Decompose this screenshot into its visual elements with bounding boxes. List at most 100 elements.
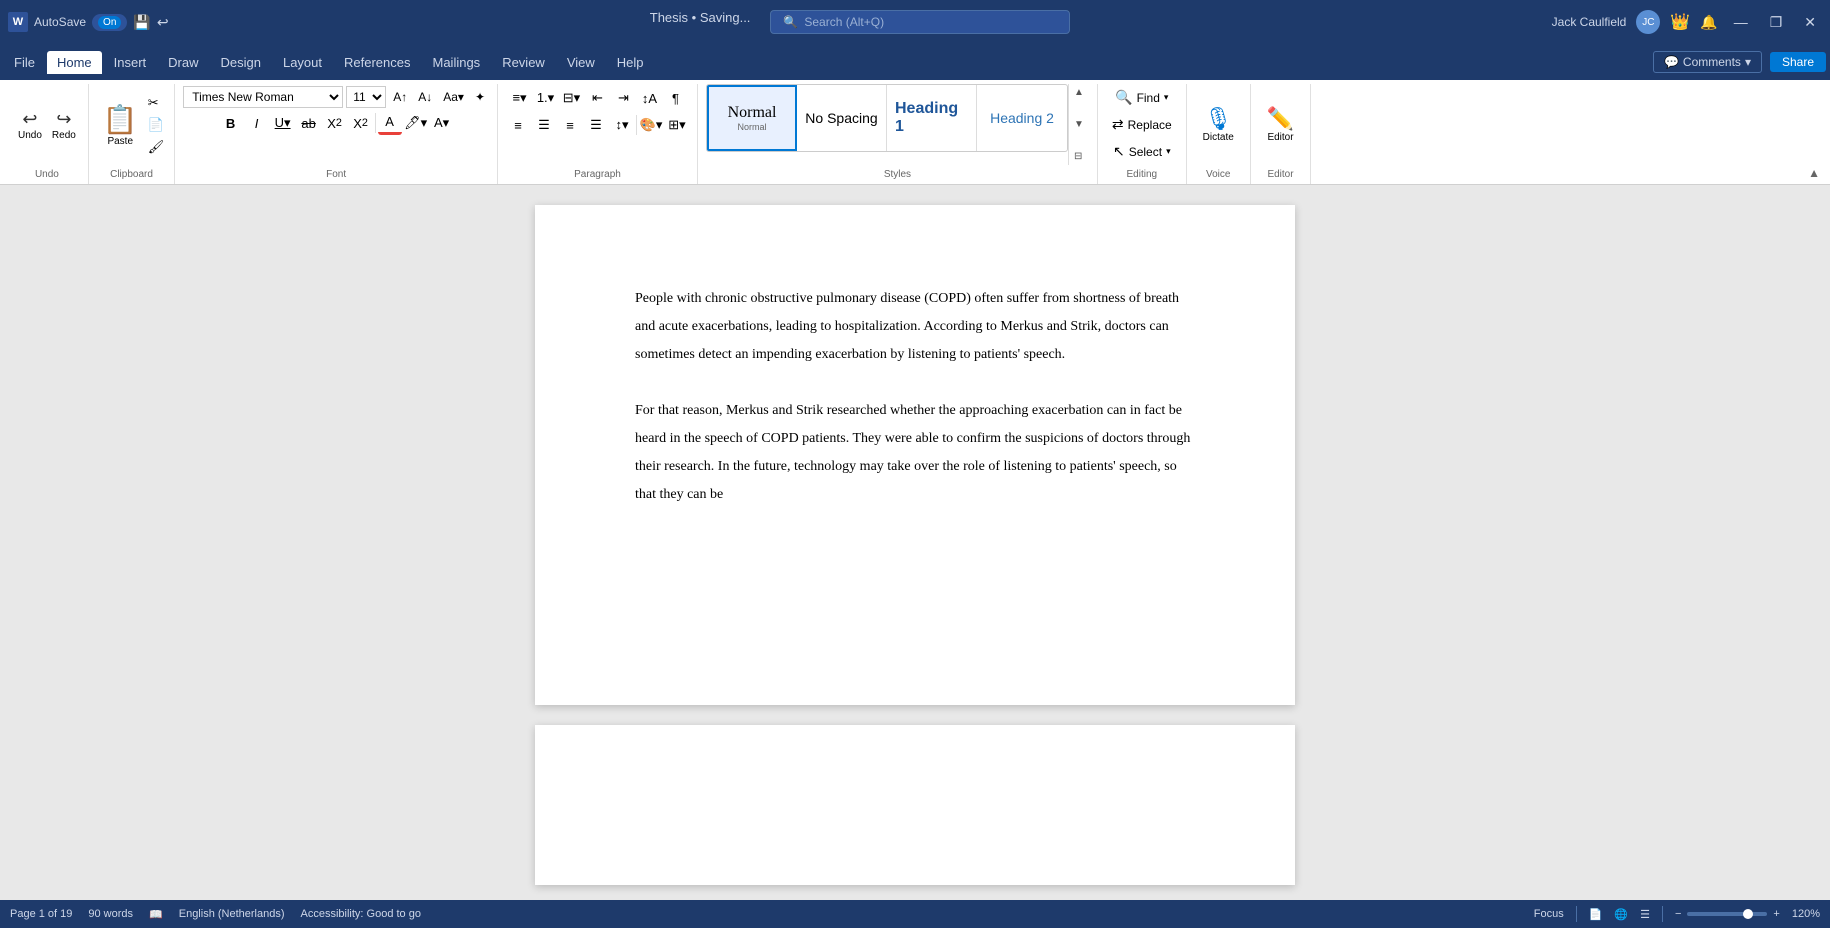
menu-references[interactable]: References (334, 51, 420, 74)
notification-icon[interactable]: 🔔 (1700, 14, 1717, 31)
paragraph-content: ≡▾ 1.▾ ⊟▾ ⇤ ⇥ ↕A ¶ ≡ ☰ ≡ ☰ ↕▾ 🎨▾ ⊞▾ (506, 84, 689, 165)
style-no-spacing[interactable]: No Spacing (797, 85, 887, 151)
font-color-button[interactable]: A (378, 111, 402, 135)
editor-group-label: Editor (1259, 165, 1302, 180)
font-name-select[interactable]: Times New Roman (183, 86, 343, 108)
select-icon: ↖ (1113, 143, 1125, 160)
font-content: Times New Roman 11 A↑ A↓ Aa▾ ✦ B I U▾ ab… (183, 84, 489, 165)
editor-button[interactable]: ✏️ Editor (1259, 102, 1302, 147)
voice-group-label: Voice (1195, 165, 1242, 180)
numbering-button[interactable]: 1.▾ (534, 86, 558, 110)
paste-button[interactable]: 📋 Paste (97, 99, 144, 151)
font-size-select[interactable]: 11 (346, 86, 386, 108)
page-info: Page 1 of 19 (10, 908, 72, 920)
menu-home[interactable]: Home (47, 51, 102, 74)
change-case-button[interactable]: Aa▾ (439, 88, 468, 106)
status-right: Focus 📄 🌐 ☰ − + 120% (1534, 906, 1820, 922)
align-right-button[interactable]: ≡ (558, 113, 582, 137)
styles-gallery-container: Normal Normal No Spacing Heading 1 Headi… (706, 84, 1089, 165)
highlight-button[interactable]: 🖊▾ (404, 111, 428, 135)
undo-button[interactable]: ↩ Undo (14, 105, 46, 145)
status-bar: Page 1 of 19 90 words 📖 English (Netherl… (0, 900, 1830, 928)
menu-insert[interactable]: Insert (104, 51, 157, 74)
font-group-label: Font (183, 165, 489, 180)
select-chevron: ▾ (1166, 146, 1171, 157)
print-layout-icon[interactable]: 📄 (1589, 908, 1603, 921)
search-placeholder: Search (Alt+Q) (804, 15, 884, 29)
menu-review[interactable]: Review (492, 51, 555, 74)
focus-button[interactable]: Focus (1534, 908, 1564, 920)
menu-file[interactable]: File (4, 51, 45, 74)
save-icon[interactable]: 💾 (133, 14, 150, 31)
editing-group-label: Editing (1106, 165, 1178, 180)
line-spacing-button[interactable]: ↕▾ (610, 113, 634, 137)
app-icon[interactable]: W (8, 12, 28, 32)
copy-button[interactable]: 📄 (146, 115, 167, 135)
align-left-button[interactable]: ≡ (506, 113, 530, 137)
show-formatting-button[interactable]: ¶ (664, 86, 688, 110)
style-normal[interactable]: Normal Normal (707, 85, 797, 151)
ribbon-group-editing: 🔍 Find ▾ ⇄ Replace ↖ Select ▾ Editing (1098, 84, 1187, 184)
select-button[interactable]: ↖ Select ▾ (1107, 140, 1177, 163)
autosave-toggle[interactable]: On (92, 14, 127, 31)
minimize-button[interactable]: — (1728, 14, 1754, 30)
zoom-out-icon[interactable]: − (1675, 908, 1681, 920)
menu-design[interactable]: Design (211, 51, 271, 74)
sort-button[interactable]: ↕A (638, 86, 662, 110)
italic-button[interactable]: I (245, 111, 269, 135)
menu-help[interactable]: Help (607, 51, 654, 74)
styles-scroll-up[interactable]: ▲ (1071, 86, 1087, 99)
menu-view[interactable]: View (557, 51, 605, 74)
bold-button[interactable]: B (219, 111, 243, 135)
borders-button[interactable]: ⊞▾ (665, 113, 689, 137)
style-heading1-label: Heading 1 (895, 100, 968, 136)
replace-button[interactable]: ⇄ Replace (1106, 113, 1178, 136)
font-divider (375, 113, 376, 133)
ribbon-group-font: Times New Roman 11 A↑ A↓ Aa▾ ✦ B I U▾ ab… (175, 84, 498, 184)
bullets-button[interactable]: ≡▾ (508, 86, 532, 110)
styles-more[interactable]: ⊟ (1071, 150, 1087, 163)
clear-formatting-button[interactable]: ✦ (471, 88, 489, 106)
zoom-slider[interactable]: − + (1675, 908, 1780, 920)
menu-layout[interactable]: Layout (273, 51, 332, 74)
styles-scroll-down[interactable]: ▼ (1071, 118, 1087, 131)
zoom-in-icon[interactable]: + (1773, 908, 1779, 920)
restore-button[interactable]: ❐ (1764, 14, 1789, 31)
comments-button[interactable]: 💬 Comments ▾ (1653, 51, 1762, 73)
increase-font-button[interactable]: A↑ (389, 88, 411, 106)
underline-button[interactable]: U▾ (271, 111, 295, 135)
close-button[interactable]: ✕ (1798, 14, 1822, 31)
para-row-1: ≡▾ 1.▾ ⊟▾ ⇤ ⇥ ↕A ¶ (508, 86, 688, 110)
status-divider-2 (1662, 906, 1663, 922)
multilevel-button[interactable]: ⊟▾ (560, 86, 584, 110)
increase-indent-button[interactable]: ⇥ (612, 86, 636, 110)
ribbon-collapse-button[interactable]: ▲ (1804, 162, 1824, 184)
redo-button[interactable]: ↪ Redo (48, 105, 80, 145)
web-layout-icon[interactable]: 🌐 (1614, 908, 1628, 921)
menu-mailings[interactable]: Mailings (423, 51, 491, 74)
zoom-level[interactable]: 120% (1792, 908, 1820, 920)
menu-draw[interactable]: Draw (158, 51, 208, 74)
shading-button[interactable]: 🎨▾ (639, 113, 663, 137)
text-color-button[interactable]: A▾ (430, 111, 454, 135)
decrease-font-button[interactable]: A↓ (414, 88, 436, 106)
dictate-button[interactable]: 🎙 Dictate (1195, 102, 1242, 147)
subscript-button[interactable]: X2 (323, 111, 347, 135)
align-center-button[interactable]: ☰ (532, 113, 556, 137)
format-painter-button[interactable]: 🖌 (146, 137, 167, 157)
share-button[interactable]: Share (1770, 52, 1826, 72)
superscript-button[interactable]: X2 (349, 111, 373, 135)
outline-icon[interactable]: ☰ (1640, 908, 1650, 921)
document-page-1: People with chronic obstructive pulmonar… (535, 205, 1295, 705)
undo-history-icon[interactable]: ↩ (157, 14, 169, 31)
search-box[interactable]: 🔍 Search (Alt+Q) (770, 10, 1070, 34)
paragraph-1: People with chronic obstructive pulmonar… (635, 285, 1195, 369)
cut-button[interactable]: ✂ (146, 93, 167, 113)
style-heading2[interactable]: Heading 2 (977, 85, 1067, 151)
style-heading1[interactable]: Heading 1 (887, 85, 977, 151)
strikethrough-button[interactable]: ab (297, 111, 321, 135)
find-button[interactable]: 🔍 Find ▾ (1109, 86, 1174, 109)
decrease-indent-button[interactable]: ⇤ (586, 86, 610, 110)
document-area[interactable]: People with chronic obstructive pulmonar… (0, 185, 1830, 900)
justify-button[interactable]: ☰ (584, 113, 608, 137)
